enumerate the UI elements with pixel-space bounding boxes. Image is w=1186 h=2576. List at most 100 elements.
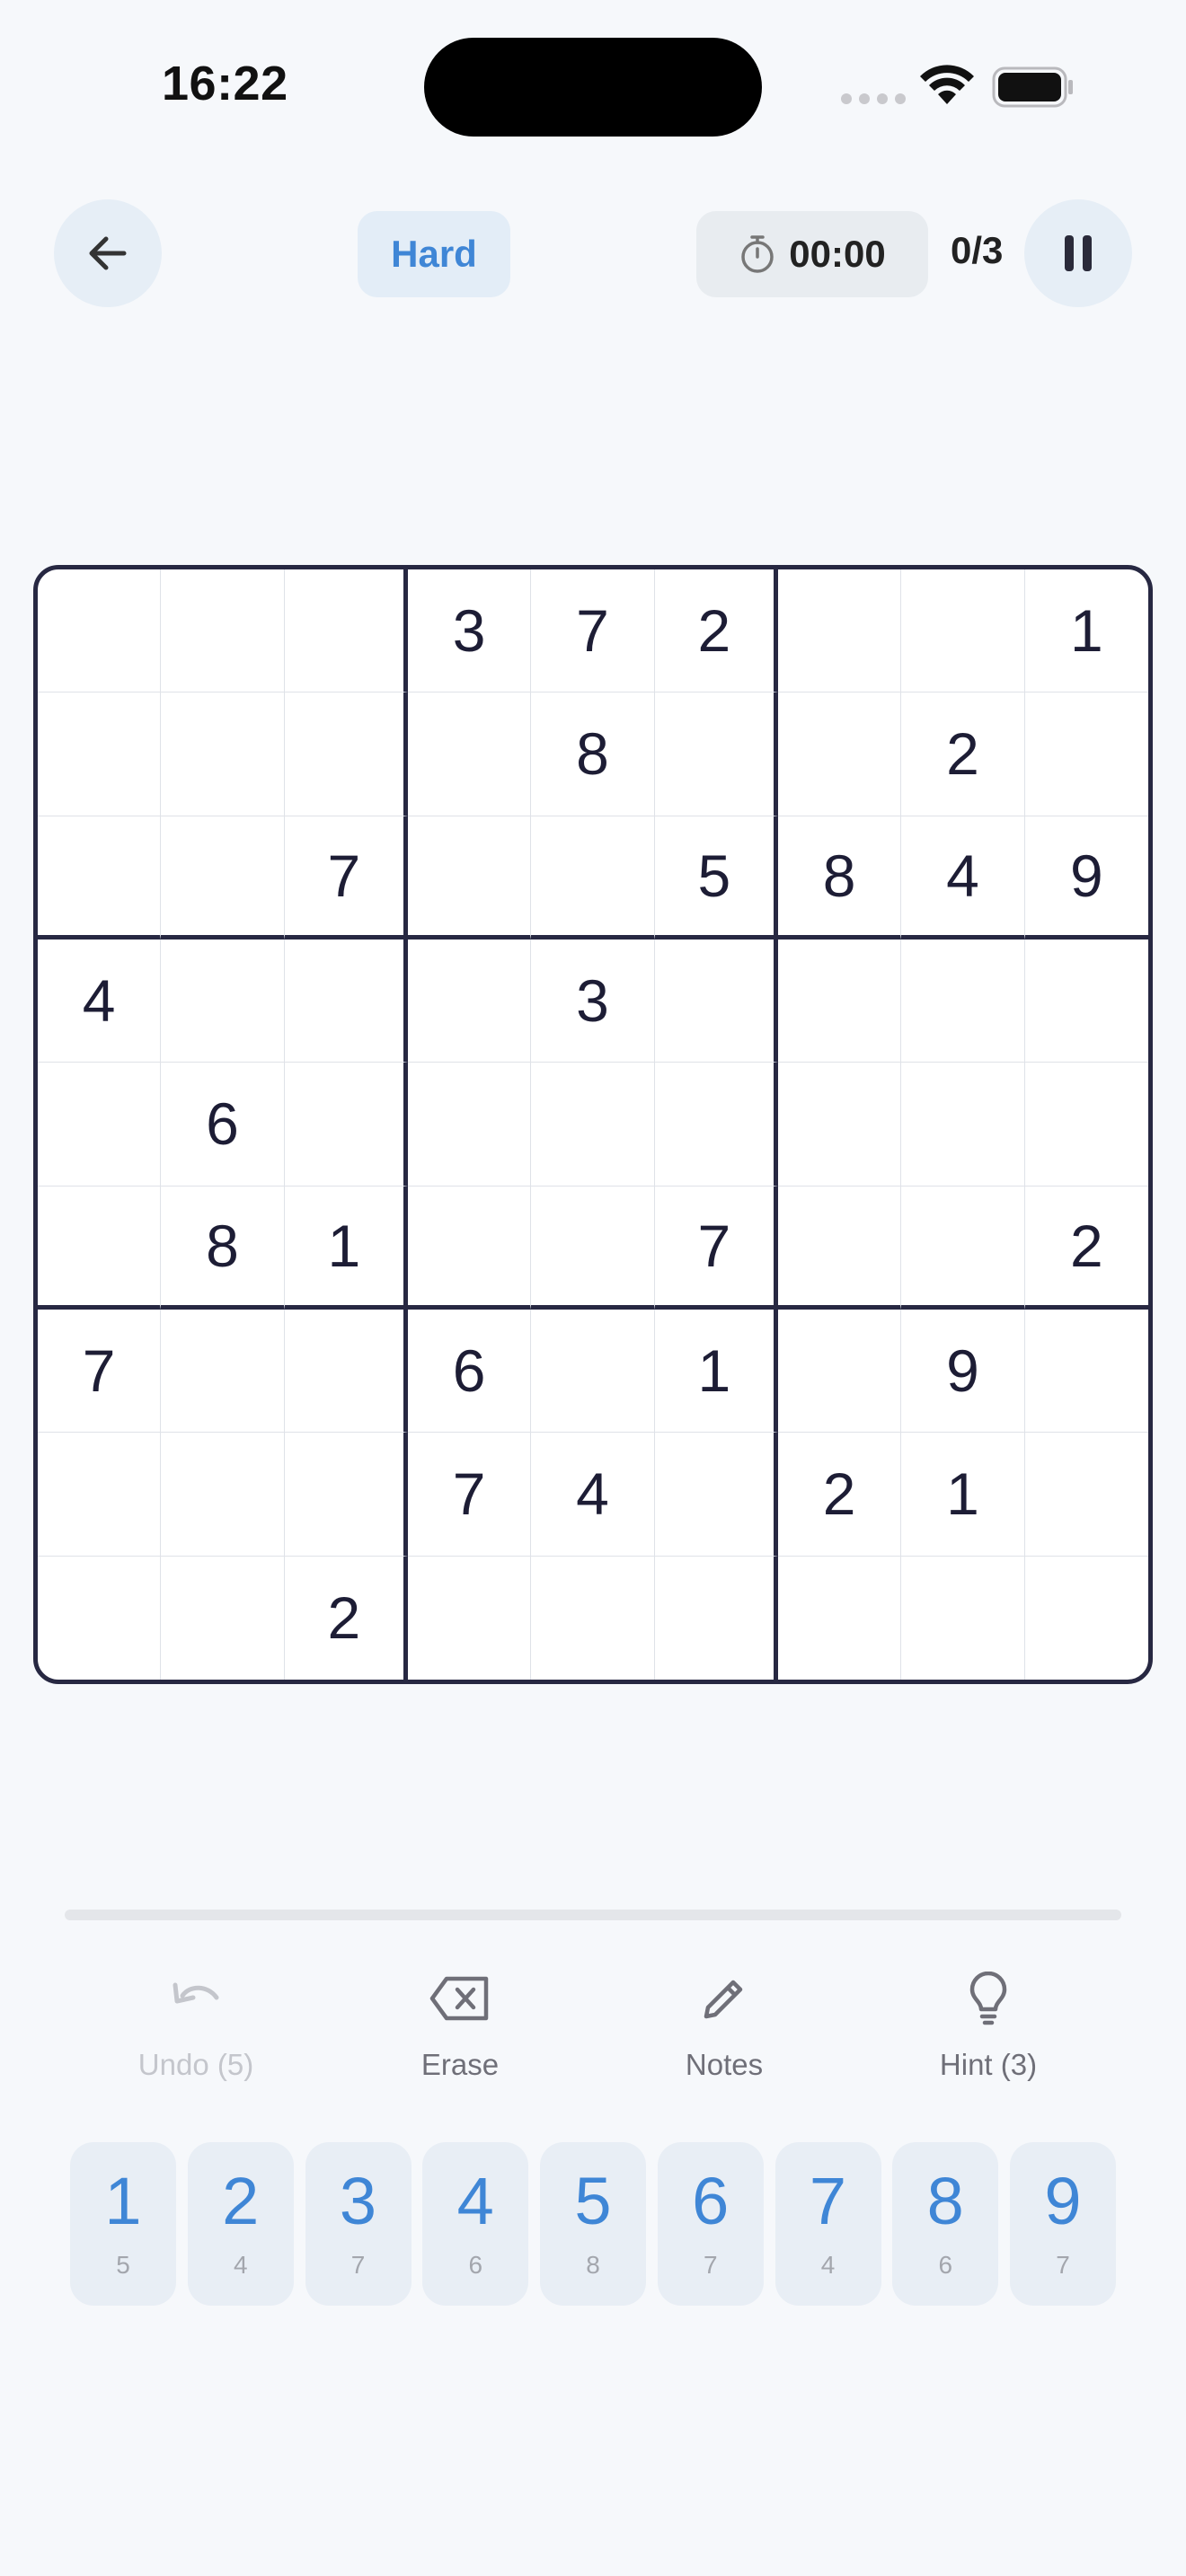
- sudoku-cell[interactable]: 2: [654, 569, 778, 693]
- sudoku-cell[interactable]: 7: [284, 816, 408, 940]
- number-key-4[interactable]: 46: [422, 2142, 529, 2306]
- sudoku-cell[interactable]: [161, 693, 285, 816]
- number-key-2[interactable]: 24: [187, 2142, 294, 2306]
- sudoku-cell[interactable]: 8: [777, 816, 902, 940]
- number-key-7[interactable]: 74: [774, 2142, 881, 2306]
- sudoku-cell[interactable]: [901, 569, 1025, 693]
- sudoku-cell[interactable]: [901, 939, 1025, 1063]
- sudoku-cell[interactable]: 1: [654, 1309, 778, 1434]
- sudoku-cell[interactable]: [777, 569, 902, 693]
- sudoku-cell[interactable]: [161, 1309, 285, 1434]
- number-key-5[interactable]: 58: [540, 2142, 646, 2306]
- sudoku-cell[interactable]: [407, 1063, 532, 1187]
- notes-button[interactable]: Notes: [625, 1967, 823, 2084]
- sudoku-cell[interactable]: [284, 569, 408, 693]
- sudoku-cell[interactable]: [777, 1186, 902, 1310]
- pause-button[interactable]: [1024, 199, 1132, 307]
- sudoku-cell[interactable]: [161, 1433, 285, 1557]
- sudoku-cell[interactable]: [284, 1433, 408, 1557]
- sudoku-cell[interactable]: [161, 1556, 285, 1680]
- sudoku-cell[interactable]: [38, 1556, 162, 1680]
- sudoku-cell[interactable]: 3: [407, 569, 532, 693]
- sudoku-cell[interactable]: [284, 939, 408, 1063]
- sudoku-cell[interactable]: [38, 1433, 162, 1557]
- sudoku-cell[interactable]: [1024, 693, 1148, 816]
- sudoku-cell[interactable]: [1024, 1433, 1148, 1557]
- sudoku-cell[interactable]: [654, 1063, 778, 1187]
- sudoku-cell[interactable]: 1: [1024, 569, 1148, 693]
- sudoku-cell[interactable]: [284, 693, 408, 816]
- number-key-9[interactable]: 97: [1010, 2142, 1116, 2306]
- stopwatch-icon: [741, 235, 774, 273]
- sudoku-cell[interactable]: [777, 693, 902, 816]
- sudoku-cell[interactable]: [531, 1556, 655, 1680]
- undo-button[interactable]: Undo (5): [97, 1967, 295, 2084]
- sudoku-cell[interactable]: [38, 1186, 162, 1310]
- sudoku-cell[interactable]: 9: [1024, 816, 1148, 940]
- sudoku-cell[interactable]: 9: [901, 1309, 1025, 1434]
- sudoku-cell[interactable]: [901, 1063, 1025, 1187]
- sudoku-cell[interactable]: [38, 693, 162, 816]
- sudoku-cell[interactable]: 7: [407, 1433, 532, 1557]
- sudoku-cell[interactable]: [654, 693, 778, 816]
- sudoku-cell[interactable]: 2: [1024, 1187, 1148, 1310]
- sudoku-cell[interactable]: 1: [901, 1433, 1025, 1557]
- sudoku-cell[interactable]: 2: [777, 1433, 902, 1557]
- number-key-digit: 9: [1044, 2164, 1082, 2238]
- number-key-1[interactable]: 15: [70, 2142, 176, 2306]
- sudoku-cell[interactable]: [38, 1063, 162, 1187]
- sudoku-cell[interactable]: 5: [654, 816, 778, 940]
- sudoku-cell[interactable]: 8: [531, 693, 655, 816]
- sudoku-cell[interactable]: [284, 1309, 408, 1434]
- sudoku-cell[interactable]: [161, 569, 285, 693]
- erase-button[interactable]: Erase: [361, 1967, 559, 2084]
- sudoku-cell[interactable]: 7: [531, 569, 655, 693]
- sudoku-cell[interactable]: [161, 939, 285, 1063]
- sudoku-cell[interactable]: 1: [284, 1186, 408, 1310]
- sudoku-cell[interactable]: [408, 1556, 532, 1680]
- sudoku-cell[interactable]: [1024, 940, 1148, 1063]
- pause-icon: [1065, 235, 1092, 271]
- sudoku-cell[interactable]: [38, 816, 162, 940]
- number-key-6[interactable]: 67: [657, 2142, 764, 2306]
- sudoku-cell[interactable]: [284, 1063, 408, 1187]
- sudoku-cell[interactable]: [655, 1556, 778, 1680]
- back-button[interactable]: [54, 199, 162, 307]
- sudoku-cell[interactable]: [1024, 1310, 1148, 1434]
- sudoku-cell[interactable]: [777, 939, 902, 1063]
- sudoku-cell[interactable]: [901, 1186, 1025, 1310]
- sudoku-cell[interactable]: [901, 1556, 1025, 1680]
- sudoku-cell[interactable]: 7: [38, 1309, 162, 1434]
- sudoku-cell[interactable]: 2: [901, 693, 1025, 816]
- sudoku-cell[interactable]: 4: [901, 816, 1025, 940]
- sudoku-cell[interactable]: 7: [654, 1186, 778, 1310]
- sudoku-cell[interactable]: [161, 816, 285, 940]
- sudoku-cell[interactable]: 6: [161, 1063, 285, 1187]
- sudoku-cell[interactable]: 3: [531, 939, 655, 1063]
- sudoku-cell[interactable]: [531, 1309, 655, 1434]
- sudoku-cell[interactable]: [407, 816, 532, 940]
- sudoku-cell[interactable]: [407, 693, 532, 816]
- hint-button[interactable]: Hint (3): [890, 1967, 1087, 2084]
- sudoku-cell[interactable]: 4: [38, 939, 162, 1063]
- sudoku-cell[interactable]: [407, 1186, 532, 1310]
- sudoku-cell[interactable]: [1024, 1063, 1148, 1187]
- pencil-icon: [704, 1980, 743, 2019]
- sudoku-cell[interactable]: [654, 1433, 778, 1557]
- sudoku-cell[interactable]: 6: [407, 1309, 532, 1434]
- sudoku-cell[interactable]: [778, 1556, 902, 1680]
- sudoku-cell[interactable]: 4: [531, 1433, 655, 1557]
- sudoku-cell[interactable]: 2: [285, 1556, 408, 1680]
- sudoku-cell[interactable]: [407, 939, 532, 1063]
- sudoku-cell[interactable]: 8: [161, 1186, 285, 1310]
- sudoku-cell[interactable]: [531, 816, 655, 940]
- sudoku-cell[interactable]: [531, 1186, 655, 1310]
- sudoku-cell[interactable]: [777, 1309, 902, 1434]
- sudoku-cell[interactable]: [777, 1063, 902, 1187]
- number-key-3[interactable]: 37: [305, 2142, 412, 2306]
- sudoku-cell[interactable]: [38, 569, 162, 693]
- sudoku-cell[interactable]: [1025, 1557, 1148, 1680]
- sudoku-cell[interactable]: [654, 939, 778, 1063]
- sudoku-cell[interactable]: [531, 1063, 655, 1187]
- number-key-8[interactable]: 86: [892, 2142, 999, 2306]
